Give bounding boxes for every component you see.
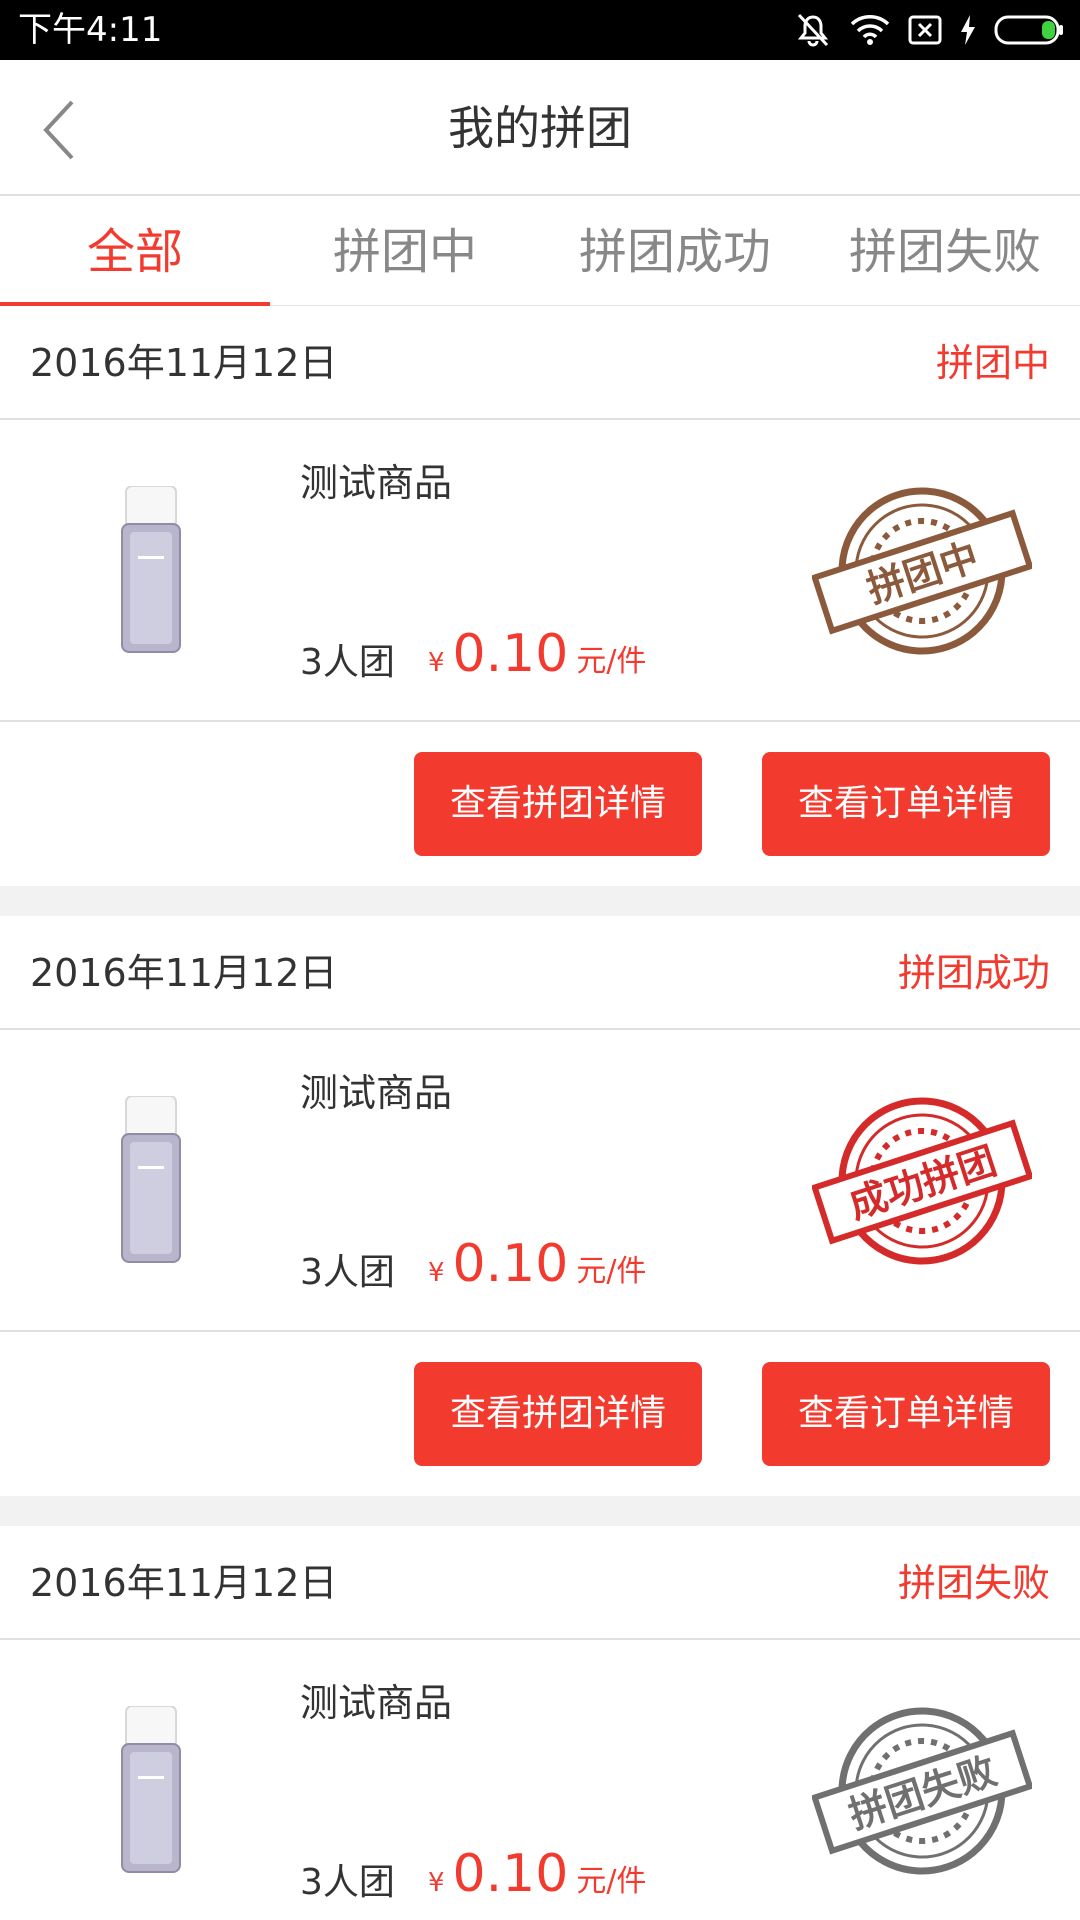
card-separator bbox=[0, 1496, 1080, 1526]
price-unit: 元/件 bbox=[576, 644, 647, 679]
no-sim-icon bbox=[908, 15, 942, 45]
view-group-detail-button[interactable]: 查看拼团详情 bbox=[414, 752, 702, 856]
product-name: 测试商品 bbox=[300, 461, 453, 505]
order-actions: 查看拼团详情 查看订单详情 bbox=[0, 1332, 1080, 1496]
tab-bar: 全部 拼团中 拼团成功 拼团失败 bbox=[0, 198, 1080, 306]
order-body[interactable]: 测试商品 3人团 ¥ 0.10 元/件 拼团中 bbox=[0, 420, 1080, 722]
product-name: 测试商品 bbox=[300, 1071, 453, 1115]
product-image bbox=[120, 1095, 182, 1264]
order-header: 2016年11月12日 拼团中 bbox=[0, 306, 1080, 420]
group-size: 3人团 bbox=[300, 1252, 395, 1293]
order-date: 2016年11月12日 bbox=[30, 951, 338, 995]
status-bar: 下午4:11 bbox=[0, 0, 1080, 60]
price: ¥ 0.10 元/件 bbox=[428, 1232, 646, 1296]
order-card: 2016年11月12日 拼团成功 测试商品 3人团 ¥ 0.10 元/件 成功拼… bbox=[0, 916, 1080, 1496]
price-currency: ¥ bbox=[428, 648, 445, 678]
order-status: 拼团中 bbox=[935, 341, 1050, 385]
order-actions: 查看拼团详情 查看订单详情 bbox=[0, 722, 1080, 886]
order-list: 2016年11月12日 拼团中 测试商品 3人团 ¥ 0.10 元/件 拼团中 bbox=[0, 306, 1080, 1920]
order-status: 拼团失败 bbox=[897, 1561, 1050, 1605]
status-time: 下午4:11 bbox=[18, 10, 163, 50]
price-currency: ¥ bbox=[428, 1258, 445, 1288]
order-header: 2016年11月12日 拼团失败 bbox=[0, 1526, 1080, 1640]
view-order-detail-button[interactable]: 查看订单详情 bbox=[762, 1362, 1050, 1466]
price-unit: 元/件 bbox=[576, 1864, 647, 1899]
order-body[interactable]: 测试商品 3人团 ¥ 0.10 元/件 拼团失败 bbox=[0, 1640, 1080, 1920]
tab-failed[interactable]: 拼团失败 bbox=[810, 198, 1080, 306]
mute-vibrate-icon bbox=[794, 13, 832, 47]
group-size: 3人团 bbox=[300, 1862, 395, 1903]
charging-icon bbox=[960, 15, 976, 45]
stamp-in-progress: 拼团中 bbox=[812, 487, 1032, 655]
page-title: 我的拼团 bbox=[448, 101, 632, 155]
tab-in-progress[interactable]: 拼团中 bbox=[270, 198, 540, 306]
view-group-detail-button[interactable]: 查看拼团详情 bbox=[414, 1362, 702, 1466]
order-card: 2016年11月12日 拼团失败 测试商品 3人团 ¥ 0.10 元/件 拼团失… bbox=[0, 1526, 1080, 1920]
order-status: 拼团成功 bbox=[897, 951, 1050, 995]
nav-bar: 我的拼团 bbox=[0, 60, 1080, 196]
stamp-success: 成功拼团 bbox=[812, 1097, 1032, 1265]
product-name: 测试商品 bbox=[300, 1681, 453, 1725]
price: ¥ 0.10 元/件 bbox=[428, 622, 646, 686]
order-header: 2016年11月12日 拼团成功 bbox=[0, 916, 1080, 1030]
wifi-icon bbox=[850, 14, 890, 46]
tab-all[interactable]: 全部 bbox=[0, 198, 270, 306]
order-date: 2016年11月12日 bbox=[30, 1561, 338, 1605]
product-image bbox=[120, 485, 182, 654]
price-value: 0.10 bbox=[452, 624, 569, 684]
price: ¥ 0.10 元/件 bbox=[428, 1842, 646, 1906]
price-currency: ¥ bbox=[428, 1868, 445, 1898]
stamp-failed: 拼团失败 bbox=[812, 1707, 1032, 1875]
order-card: 2016年11月12日 拼团中 测试商品 3人团 ¥ 0.10 元/件 拼团中 bbox=[0, 306, 1080, 886]
group-size: 3人团 bbox=[300, 642, 395, 683]
price-value: 0.10 bbox=[452, 1844, 569, 1904]
product-image bbox=[120, 1705, 182, 1874]
order-date: 2016年11月12日 bbox=[30, 341, 338, 385]
battery-icon bbox=[994, 15, 1064, 45]
status-icons bbox=[794, 12, 1064, 48]
order-body[interactable]: 测试商品 3人团 ¥ 0.10 元/件 成功拼团 bbox=[0, 1030, 1080, 1332]
card-separator bbox=[0, 886, 1080, 916]
price-unit: 元/件 bbox=[576, 1254, 647, 1289]
price-value: 0.10 bbox=[452, 1234, 569, 1294]
tab-success[interactable]: 拼团成功 bbox=[540, 198, 810, 306]
view-order-detail-button[interactable]: 查看订单详情 bbox=[762, 752, 1050, 856]
